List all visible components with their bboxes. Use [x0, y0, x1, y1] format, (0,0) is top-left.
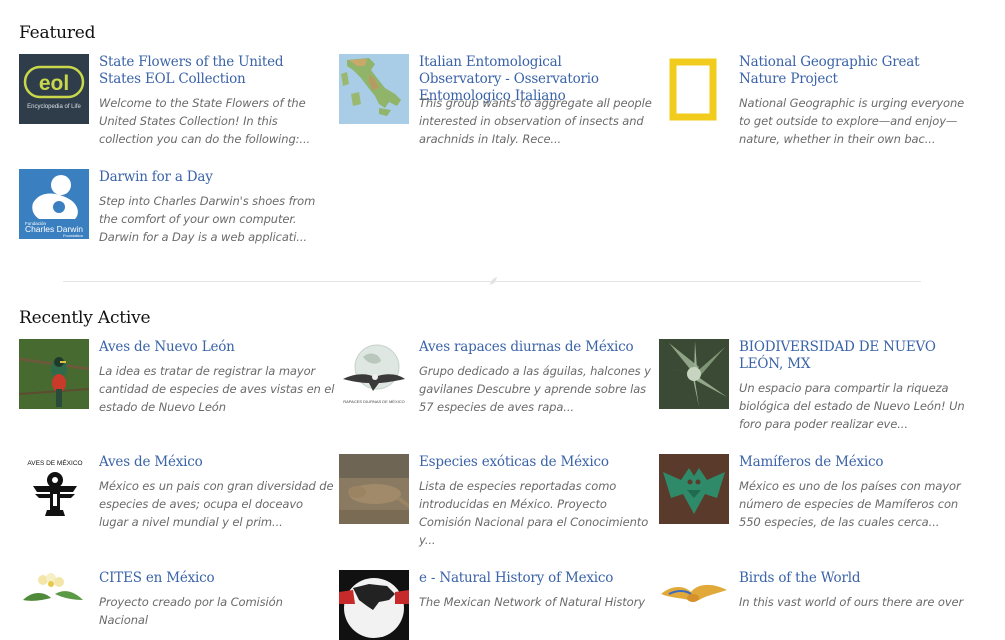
card-title-link[interactable]: Darwin for a Day — [99, 169, 321, 186]
recently-active-heading: Recently Active — [19, 308, 151, 328]
svg-text:Encyclopedia of Life: Encyclopedia of Life — [27, 104, 81, 110]
card-title-link[interactable]: Aves rapaces diurnas de México — [419, 339, 641, 356]
card-title-link[interactable]: Aves de Nuevo León — [99, 339, 321, 356]
card-description: The Mexican Network of Natural History — [419, 595, 645, 609]
svg-text:Foundation: Foundation — [63, 233, 83, 238]
italy-map-icon[interactable] — [339, 54, 409, 124]
north-america-map-icon[interactable] — [339, 570, 409, 640]
card-description: México es un pais con gran diversidad de… — [99, 479, 334, 529]
eol-logo-icon[interactable]: eol Encyclopedia of Life — [19, 54, 89, 124]
flower-illustration-icon[interactable] — [19, 570, 89, 640]
featured-heading: Featured — [19, 23, 96, 43]
divider-leaf-icon — [490, 277, 497, 285]
svg-text:RAPACES DIURNAS DE MÉXICO: RAPACES DIURNAS DE MÉXICO — [343, 399, 405, 404]
card-description: Proyecto creado por la Comisión Nacional — [99, 595, 283, 627]
aztec-bird-glyph-icon[interactable]: AVES DE MÉXICO — [19, 454, 89, 524]
card-title-link[interactable]: CITES en México — [99, 570, 321, 587]
lizard-photo-icon[interactable] — [339, 454, 409, 524]
card-description: In this vast world of ours there are ove… — [739, 595, 964, 609]
svg-text:AVES DE MÉXICO: AVES DE MÉXICO — [27, 458, 82, 467]
card-description: Grupo dedicado a las águilas, halcones y… — [419, 364, 651, 414]
card-title-link[interactable]: Mamíferos de México — [739, 454, 961, 471]
card-title-link[interactable]: National Geographic Great Nature Project — [739, 54, 961, 88]
flying-parrot-icon[interactable] — [659, 570, 729, 640]
card-description: Welcome to the State Flowers of the Unit… — [99, 96, 311, 146]
eagle-globe-icon[interactable]: RAPACES DIURNAS DE MÉXICO — [339, 339, 409, 409]
svg-text:eol: eol — [39, 72, 69, 95]
card-title-link[interactable]: BIODIVERSIDAD DE NUEVO LEÓN, MX — [739, 339, 961, 373]
card-description: This group wants to aggregate all people… — [419, 96, 652, 146]
card-description: Lista de especies reportadas como introd… — [419, 479, 649, 547]
card-title-link[interactable]: State Flowers of the United States EOL C… — [99, 54, 321, 88]
card-description: Step into Charles Darwin's shoes from th… — [99, 194, 316, 244]
card-description: National Geographic is urging everyone t… — [739, 96, 965, 146]
card-description: México es uno de los países con mayor nú… — [739, 479, 961, 529]
agave-plant-photo-icon[interactable] — [659, 339, 729, 409]
card-title-link[interactable]: Aves de México — [99, 454, 321, 471]
card-title-link[interactable]: Birds of the World — [739, 570, 961, 587]
trogon-bird-photo-icon[interactable] — [19, 339, 89, 409]
card-description: Un espacio para compartir la riqueza bio… — [739, 381, 965, 431]
darwin-foundation-logo-icon[interactable]: Fundación Charles Darwin Foundation — [19, 169, 89, 239]
card-title-link[interactable]: e - Natural History of Mexico — [419, 570, 641, 587]
natgeo-frame-icon[interactable] — [659, 54, 729, 124]
bat-glyph-icon[interactable] — [659, 454, 729, 524]
card-description: La idea es tratar de registrar la mayor … — [99, 364, 335, 414]
card-title-link[interactable]: Especies exóticas de México — [419, 454, 641, 471]
